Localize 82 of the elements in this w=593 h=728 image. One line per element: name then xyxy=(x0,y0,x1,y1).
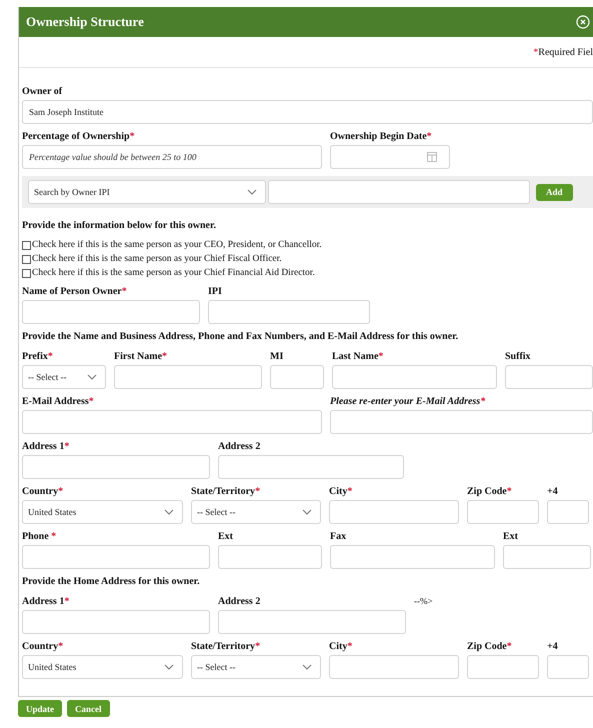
text-field[interactable] xyxy=(505,365,593,389)
field-label: State/Territory* xyxy=(191,486,260,498)
chevron-down-icon xyxy=(302,509,312,515)
checkbox-label: Check here if this is the same person as your Chief Financial Aid Director. xyxy=(32,268,315,278)
text-field[interactable] xyxy=(332,365,497,389)
field-label: Ownership Begin Date* xyxy=(330,131,432,143)
field-label: Address 2 xyxy=(218,596,260,608)
field-label: Zip Code* xyxy=(467,486,512,498)
field-label: Country* xyxy=(22,486,64,498)
field-label: +4 xyxy=(547,641,558,653)
field-label: Address 1* xyxy=(22,596,70,608)
field-label: Country* xyxy=(22,641,64,653)
text-field[interactable] xyxy=(547,500,589,524)
select-dropdown[interactable]: -- Select -- xyxy=(191,655,321,679)
text-field[interactable] xyxy=(218,610,406,634)
text-field[interactable] xyxy=(22,610,210,634)
field-label: Address 1* xyxy=(22,441,70,453)
text-field[interactable] xyxy=(467,500,539,524)
chevron-down-icon xyxy=(164,509,174,515)
field-label: First Name* xyxy=(114,351,168,363)
stray-text: --%> xyxy=(414,596,433,606)
field-label: IPI xyxy=(208,286,222,298)
chevron-down-icon xyxy=(87,374,97,380)
text-field[interactable] xyxy=(467,655,539,679)
field-label: Zip Code* xyxy=(467,641,512,653)
field-label: Owner of xyxy=(22,86,62,98)
field-label: City* xyxy=(329,641,352,653)
checkbox[interactable] xyxy=(22,240,31,250)
section-heading: Provide the Home Address for this owner. xyxy=(22,576,201,587)
checkbox[interactable] xyxy=(22,254,31,264)
select-dropdown[interactable]: United States xyxy=(22,500,183,524)
chevron-down-icon xyxy=(164,664,174,670)
checkbox-label: Check here if this is the same person as your CEO, President, or Chancellor. xyxy=(32,240,322,250)
field-label: Phone * xyxy=(22,531,56,543)
text-field[interactable]: Sam Joseph Institute xyxy=(22,100,593,124)
search-field[interactable] xyxy=(268,180,530,204)
field-label: Name of Person Owner* xyxy=(22,286,127,298)
field-label: Last Name* xyxy=(332,351,384,363)
chevron-down-icon xyxy=(247,189,257,195)
select-dropdown[interactable]: -- Select -- xyxy=(22,365,106,389)
text-field[interactable] xyxy=(218,545,322,569)
close-icon[interactable] xyxy=(576,15,590,29)
text-field[interactable] xyxy=(329,655,459,679)
text-field[interactable] xyxy=(329,500,459,524)
text-field[interactable] xyxy=(208,300,370,324)
text-field[interactable] xyxy=(22,455,210,479)
checkbox[interactable] xyxy=(22,268,31,278)
text-field[interactable] xyxy=(218,455,404,479)
search-type-dropdown[interactable]: Search by Owner IPI xyxy=(28,180,266,204)
text-field[interactable]: Percentage value should be between 25 to 100 xyxy=(22,145,322,169)
text-field[interactable] xyxy=(330,545,495,569)
field-label: Please re-enter your E-Mail Address* xyxy=(330,396,486,408)
field-label: Percentage of Ownership* xyxy=(22,131,135,143)
required-note: *Required Fiel xyxy=(533,46,593,58)
field-label: E-Mail Address* xyxy=(22,396,94,408)
checkbox-label: Check here if this is the same person as your Chief Fiscal Officer. xyxy=(32,254,282,264)
dialog-title: Ownership Structure xyxy=(26,14,144,30)
select-dropdown[interactable]: -- Select -- xyxy=(191,500,321,524)
text-field[interactable] xyxy=(22,545,210,569)
select-dropdown[interactable]: United States xyxy=(22,655,183,679)
field-label: +4 xyxy=(547,486,558,498)
text-field[interactable] xyxy=(503,545,591,569)
section-heading: Provide the Name and Business Address, Phone and Fax Numbers, and E-Mail Address for this owner. xyxy=(22,331,460,342)
field-label: Fax xyxy=(330,531,346,543)
chevron-down-icon xyxy=(302,664,312,670)
field-label: State/Territory* xyxy=(191,641,260,653)
text-field[interactable] xyxy=(22,300,200,324)
text-field[interactable] xyxy=(22,410,322,434)
field-label: Address 2 xyxy=(218,441,260,453)
field-label: Prefix* xyxy=(22,351,53,363)
date-field[interactable] xyxy=(330,145,450,169)
field-label: Suffix xyxy=(505,351,531,363)
text-field[interactable] xyxy=(270,365,324,389)
field-label: MI xyxy=(270,351,284,363)
field-label: Ext xyxy=(503,531,518,543)
calendar-icon[interactable] xyxy=(427,152,437,162)
field-label: Ext xyxy=(218,531,233,543)
text-field[interactable] xyxy=(114,365,262,389)
text-field[interactable] xyxy=(330,410,593,434)
section-heading: Provide the information below for this owner. xyxy=(22,220,217,231)
field-label: City* xyxy=(329,486,352,498)
text-field[interactable] xyxy=(547,655,589,679)
